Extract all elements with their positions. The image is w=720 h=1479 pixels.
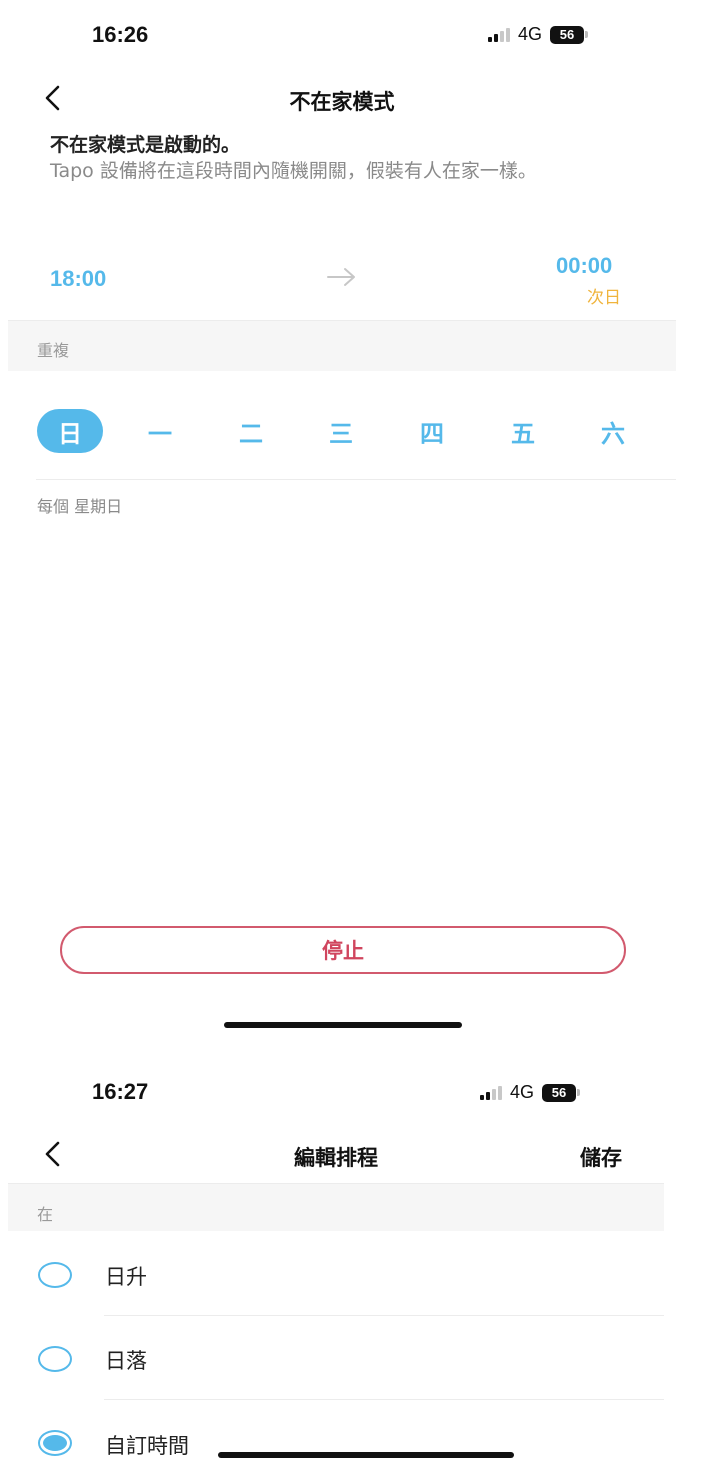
away-mode-description: Tapo 設備將在這段時間內隨機開關，假裝有人在家一樣。 <box>50 160 537 182</box>
radio-sunset[interactable] <box>38 1346 72 1372</box>
option-label: 日落 <box>105 1349 147 1373</box>
repeat-label: 重複 <box>37 341 70 360</box>
start-time[interactable]: 18:00 <box>50 266 106 292</box>
battery-icon: 56 <box>542 1083 581 1102</box>
away-mode-status: 不在家模式是啟動的。 <box>50 134 241 156</box>
day-wed[interactable]: 三 <box>308 409 374 453</box>
day-sat[interactable]: 六 <box>580 409 646 453</box>
option-sunrise[interactable]: 日升 <box>0 1244 664 1304</box>
back-arrow-icon[interactable] <box>40 84 68 112</box>
day-sun[interactable]: 日 <box>37 409 103 453</box>
home-indicator[interactable] <box>218 1452 514 1458</box>
battery-icon: 56 <box>550 25 589 44</box>
arrow-right-icon <box>327 268 355 286</box>
battery-level: 56 <box>550 25 585 44</box>
page-title: 不在家模式 <box>289 90 395 114</box>
day-mon[interactable]: 一 <box>127 409 193 453</box>
day-tue[interactable]: 二 <box>218 409 284 453</box>
option-label: 日升 <box>105 1265 147 1289</box>
radio-custom-time[interactable] <box>38 1430 72 1456</box>
status-indicators: 4G 56 <box>488 24 589 45</box>
day-thu[interactable]: 四 <box>399 409 465 453</box>
end-time[interactable]: 00:00 <box>556 253 612 279</box>
option-sunset[interactable]: 日落 <box>0 1328 664 1388</box>
network-type: 4G <box>518 24 543 44</box>
radio-sunrise[interactable] <box>38 1262 72 1288</box>
page-title: 編輯排程 <box>294 1146 378 1170</box>
day-fri[interactable]: 五 <box>490 409 556 453</box>
repeat-summary: 每個 星期日 <box>37 497 123 516</box>
option-custom-time[interactable]: 自訂時間 <box>0 1413 664 1473</box>
battery-level: 56 <box>542 1083 577 1102</box>
status-time: 16:26 <box>92 22 149 47</box>
option-label: 自訂時間 <box>105 1434 189 1458</box>
back-arrow-icon[interactable] <box>40 1140 68 1168</box>
status-time: 16:27 <box>92 1079 149 1104</box>
repeat-section-header: 重複 <box>8 321 676 371</box>
signal-icon <box>488 27 510 42</box>
home-indicator[interactable] <box>224 1022 462 1028</box>
save-button[interactable]: 儲存 <box>580 1142 622 1172</box>
signal-icon <box>480 1085 502 1100</box>
stop-button[interactable]: 停止 <box>60 926 626 974</box>
next-day-note: 次日 <box>587 288 621 308</box>
at-label: 在 <box>37 1205 54 1224</box>
at-section-header: 在 <box>8 1184 664 1231</box>
network-type: 4G <box>510 1082 535 1102</box>
status-indicators: 4G 56 <box>480 1082 581 1103</box>
